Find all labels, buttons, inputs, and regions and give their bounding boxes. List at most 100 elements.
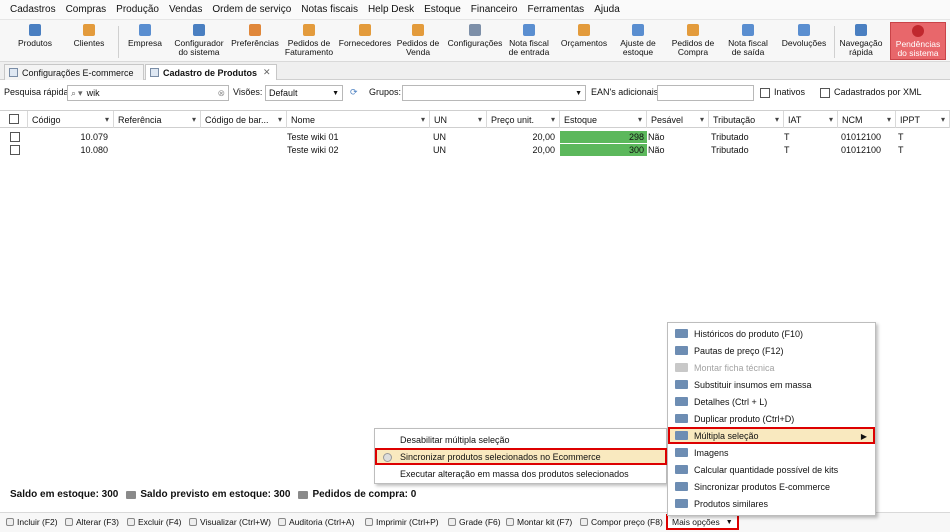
table-row[interactable]: 10.080 Teste wiki 02 UN 20,00 300 Não Tr…: [0, 144, 950, 156]
toolbar-produtos-button[interactable]: Produtos: [12, 22, 58, 60]
tab-cadastro-produtos[interactable]: Cadastro de Produtos ✕: [145, 64, 277, 80]
table-row[interactable]: 10.079 Teste wiki 01 UN 20,00 298 Não Tr…: [0, 131, 950, 143]
inactive-checkbox[interactable]: [760, 88, 770, 98]
column-header-pesavel[interactable]: Pesável ▾: [647, 111, 709, 128]
chevron-down-icon: ▾: [104, 115, 109, 124]
toolbar-preferencias-button[interactable]: Preferências: [229, 22, 281, 60]
column-header-ippt[interactable]: IPPT ▾: [896, 111, 950, 128]
excluir-button[interactable]: Excluir (F4): [127, 517, 181, 527]
menu-item-disable-multi-select[interactable]: Desabilitar múltipla seleção: [375, 431, 667, 448]
menu-vendas[interactable]: Vendas: [169, 4, 202, 15]
row-checkbox[interactable]: [10, 132, 20, 142]
menu-notas-fiscais[interactable]: Notas fiscais: [301, 4, 358, 15]
compor-preco-button[interactable]: Compor preço (F8): [580, 517, 663, 527]
menu-item-sync-selected-ecommerce[interactable]: Sincronizar produtos selecionados no Eco…: [375, 448, 667, 465]
menu-ferramentas[interactable]: Ferramentas: [528, 4, 585, 15]
menu-financeiro[interactable]: Financeiro: [471, 4, 518, 15]
toolbar-pedidos-compra-button[interactable]: Pedidos de Compra: [667, 22, 719, 60]
column-header-nome[interactable]: Nome ▾: [287, 111, 430, 128]
orders-icon: [298, 490, 309, 499]
menu-item-detalhes[interactable]: Detalhes (Ctrl + L): [668, 393, 875, 410]
menu-item-imagens[interactable]: Imagens: [668, 444, 875, 461]
xml-checkbox[interactable]: [820, 88, 830, 98]
system-config-icon: [193, 24, 205, 36]
toolbar-pedidos-faturamento-button[interactable]: Pedidos de Faturamento: [282, 22, 336, 60]
quick-search-label: Pesquisa rápida:: [4, 87, 72, 97]
clients-icon: [83, 24, 95, 36]
menu-item-substituir-insumos[interactable]: Substituir insumos em massa: [668, 376, 875, 393]
stock-icon: [126, 490, 137, 499]
menu-item-multipla-selecao[interactable]: Múltipla seleção ▶: [668, 427, 875, 444]
menu-item-pautas-preco[interactable]: Pautas de preço (F12): [668, 342, 875, 359]
menu-ordem-servico[interactable]: Ordem de serviço: [212, 4, 291, 15]
cell-referencia: [118, 144, 198, 156]
toolbar-devolucoes-button[interactable]: Devoluções: [778, 22, 830, 60]
grade-button[interactable]: Grade (F6): [448, 517, 501, 527]
toolbar-fornecedores-button[interactable]: Fornecedores: [337, 22, 393, 60]
row-checkbox[interactable]: [10, 145, 20, 155]
cell-barcode: [205, 131, 285, 143]
ean-input[interactable]: [657, 85, 754, 101]
cell-tributacao: Tributado: [711, 132, 749, 142]
menu-item-duplicar[interactable]: Duplicar produto (Ctrl+D): [668, 410, 875, 427]
menu-help-desk[interactable]: Help Desk: [368, 4, 414, 15]
toolbar-clientes-button[interactable]: Clientes: [66, 22, 112, 60]
tab-configuracoes-ecommerce[interactable]: Configurações E-commerce: [4, 64, 144, 80]
column-header-estoque[interactable]: Estoque ▾: [560, 111, 647, 128]
grid-icon: [448, 518, 456, 526]
cell-estoque: 300: [560, 144, 647, 156]
toolbar-configurador-button[interactable]: Configurador do sistema: [170, 22, 228, 60]
menu-cadastros[interactable]: Cadastros: [10, 4, 56, 15]
menu-item-ficha-tecnica: Montar ficha técnica: [668, 359, 875, 376]
cell-preco: 20,00: [532, 145, 555, 155]
column-header-iat[interactable]: IAT ▾: [784, 111, 838, 128]
montar-kit-button[interactable]: Montar kit (F7): [506, 517, 572, 527]
menu-ajuda[interactable]: Ajuda: [594, 4, 620, 15]
menu-item-bulk-edit[interactable]: Executar alteração em massa dos produtos…: [375, 465, 667, 482]
imprimir-button[interactable]: Imprimir (Ctrl+P): [365, 517, 439, 527]
toolbar-pedidos-venda-button[interactable]: Pedidos de Venda: [394, 22, 442, 60]
column-header-un[interactable]: UN ▾: [430, 111, 487, 128]
toolbar-empresa-button[interactable]: Empresa: [122, 22, 168, 60]
menu-compras[interactable]: Compras: [66, 4, 107, 15]
menu-item-calcular-kits[interactable]: Calcular quantidade possível de kits: [668, 461, 875, 478]
close-icon[interactable]: ✕: [263, 67, 271, 78]
refresh-icon[interactable]: ⟳: [350, 87, 358, 98]
groups-select[interactable]: ▼: [402, 85, 586, 101]
mais-opcoes-button[interactable]: Mais opções ▼: [666, 514, 739, 530]
quick-search-input[interactable]: ⌕ ▾ wik ⊗: [67, 85, 229, 101]
column-header-referencia[interactable]: Referência ▾: [114, 111, 201, 128]
menu-item-produtos-similares[interactable]: Produtos similares: [668, 495, 875, 512]
cell-codigo: 10.079: [80, 132, 108, 142]
toolbar-nf-saida-button[interactable]: Nota fiscal de saída: [723, 22, 773, 60]
toolbar-navegacao-rapida-button[interactable]: Navegação rápida: [837, 22, 885, 60]
column-header-tributacao[interactable]: Tributação ▾: [709, 111, 784, 128]
toolbar-configuracoes-button[interactable]: Configurações: [447, 22, 503, 60]
column-header-ncm[interactable]: NCM ▾: [838, 111, 896, 128]
toolbar-orcamentos-button[interactable]: Orçamentos: [558, 22, 610, 60]
column-header-codigo[interactable]: Código ▾: [28, 111, 114, 128]
menu-item-sincronizar-ecommerce[interactable]: Sincronizar produtos E-commerce: [668, 478, 875, 495]
menu-estoque[interactable]: Estoque: [424, 4, 461, 15]
toolbar-nf-entrada-button[interactable]: Nota fiscal de entrada: [504, 22, 554, 60]
incluir-button[interactable]: Incluir (F2): [6, 517, 58, 527]
company-icon: [139, 24, 151, 36]
visualizar-button[interactable]: Visualizar (Ctrl+W): [189, 517, 271, 527]
select-all-checkbox[interactable]: [9, 114, 19, 124]
toolbar-ajuste-estoque-button[interactable]: Ajuste de estoque: [614, 22, 662, 60]
column-header-barcode[interactable]: Código de bar... ▾: [201, 111, 287, 128]
audit-icon: [278, 518, 286, 526]
alterar-button[interactable]: Alterar (F3): [65, 517, 119, 527]
views-select[interactable]: Default ▼: [265, 85, 343, 101]
menu-item-historicos[interactable]: Históricos do produto (F10): [668, 325, 875, 342]
toolbar-pendencias-button[interactable]: Pendências do sistema: [890, 22, 946, 60]
menu-producao[interactable]: Produção: [116, 4, 159, 15]
column-header-preco[interactable]: Preço unit. ▾: [487, 111, 560, 128]
calculator-icon: [675, 465, 688, 474]
grid-header: Código ▾ Referência ▾ Código de bar... ▾ No…: [0, 110, 950, 128]
clear-icon[interactable]: ⊗: [217, 88, 225, 99]
chevron-down-icon: ▾: [420, 115, 425, 124]
details-icon: [675, 397, 688, 406]
more-options-menu: Históricos do produto (F10) Pautas de pr…: [667, 322, 876, 516]
auditoria-button[interactable]: Auditoria (Ctrl+A): [278, 517, 354, 527]
